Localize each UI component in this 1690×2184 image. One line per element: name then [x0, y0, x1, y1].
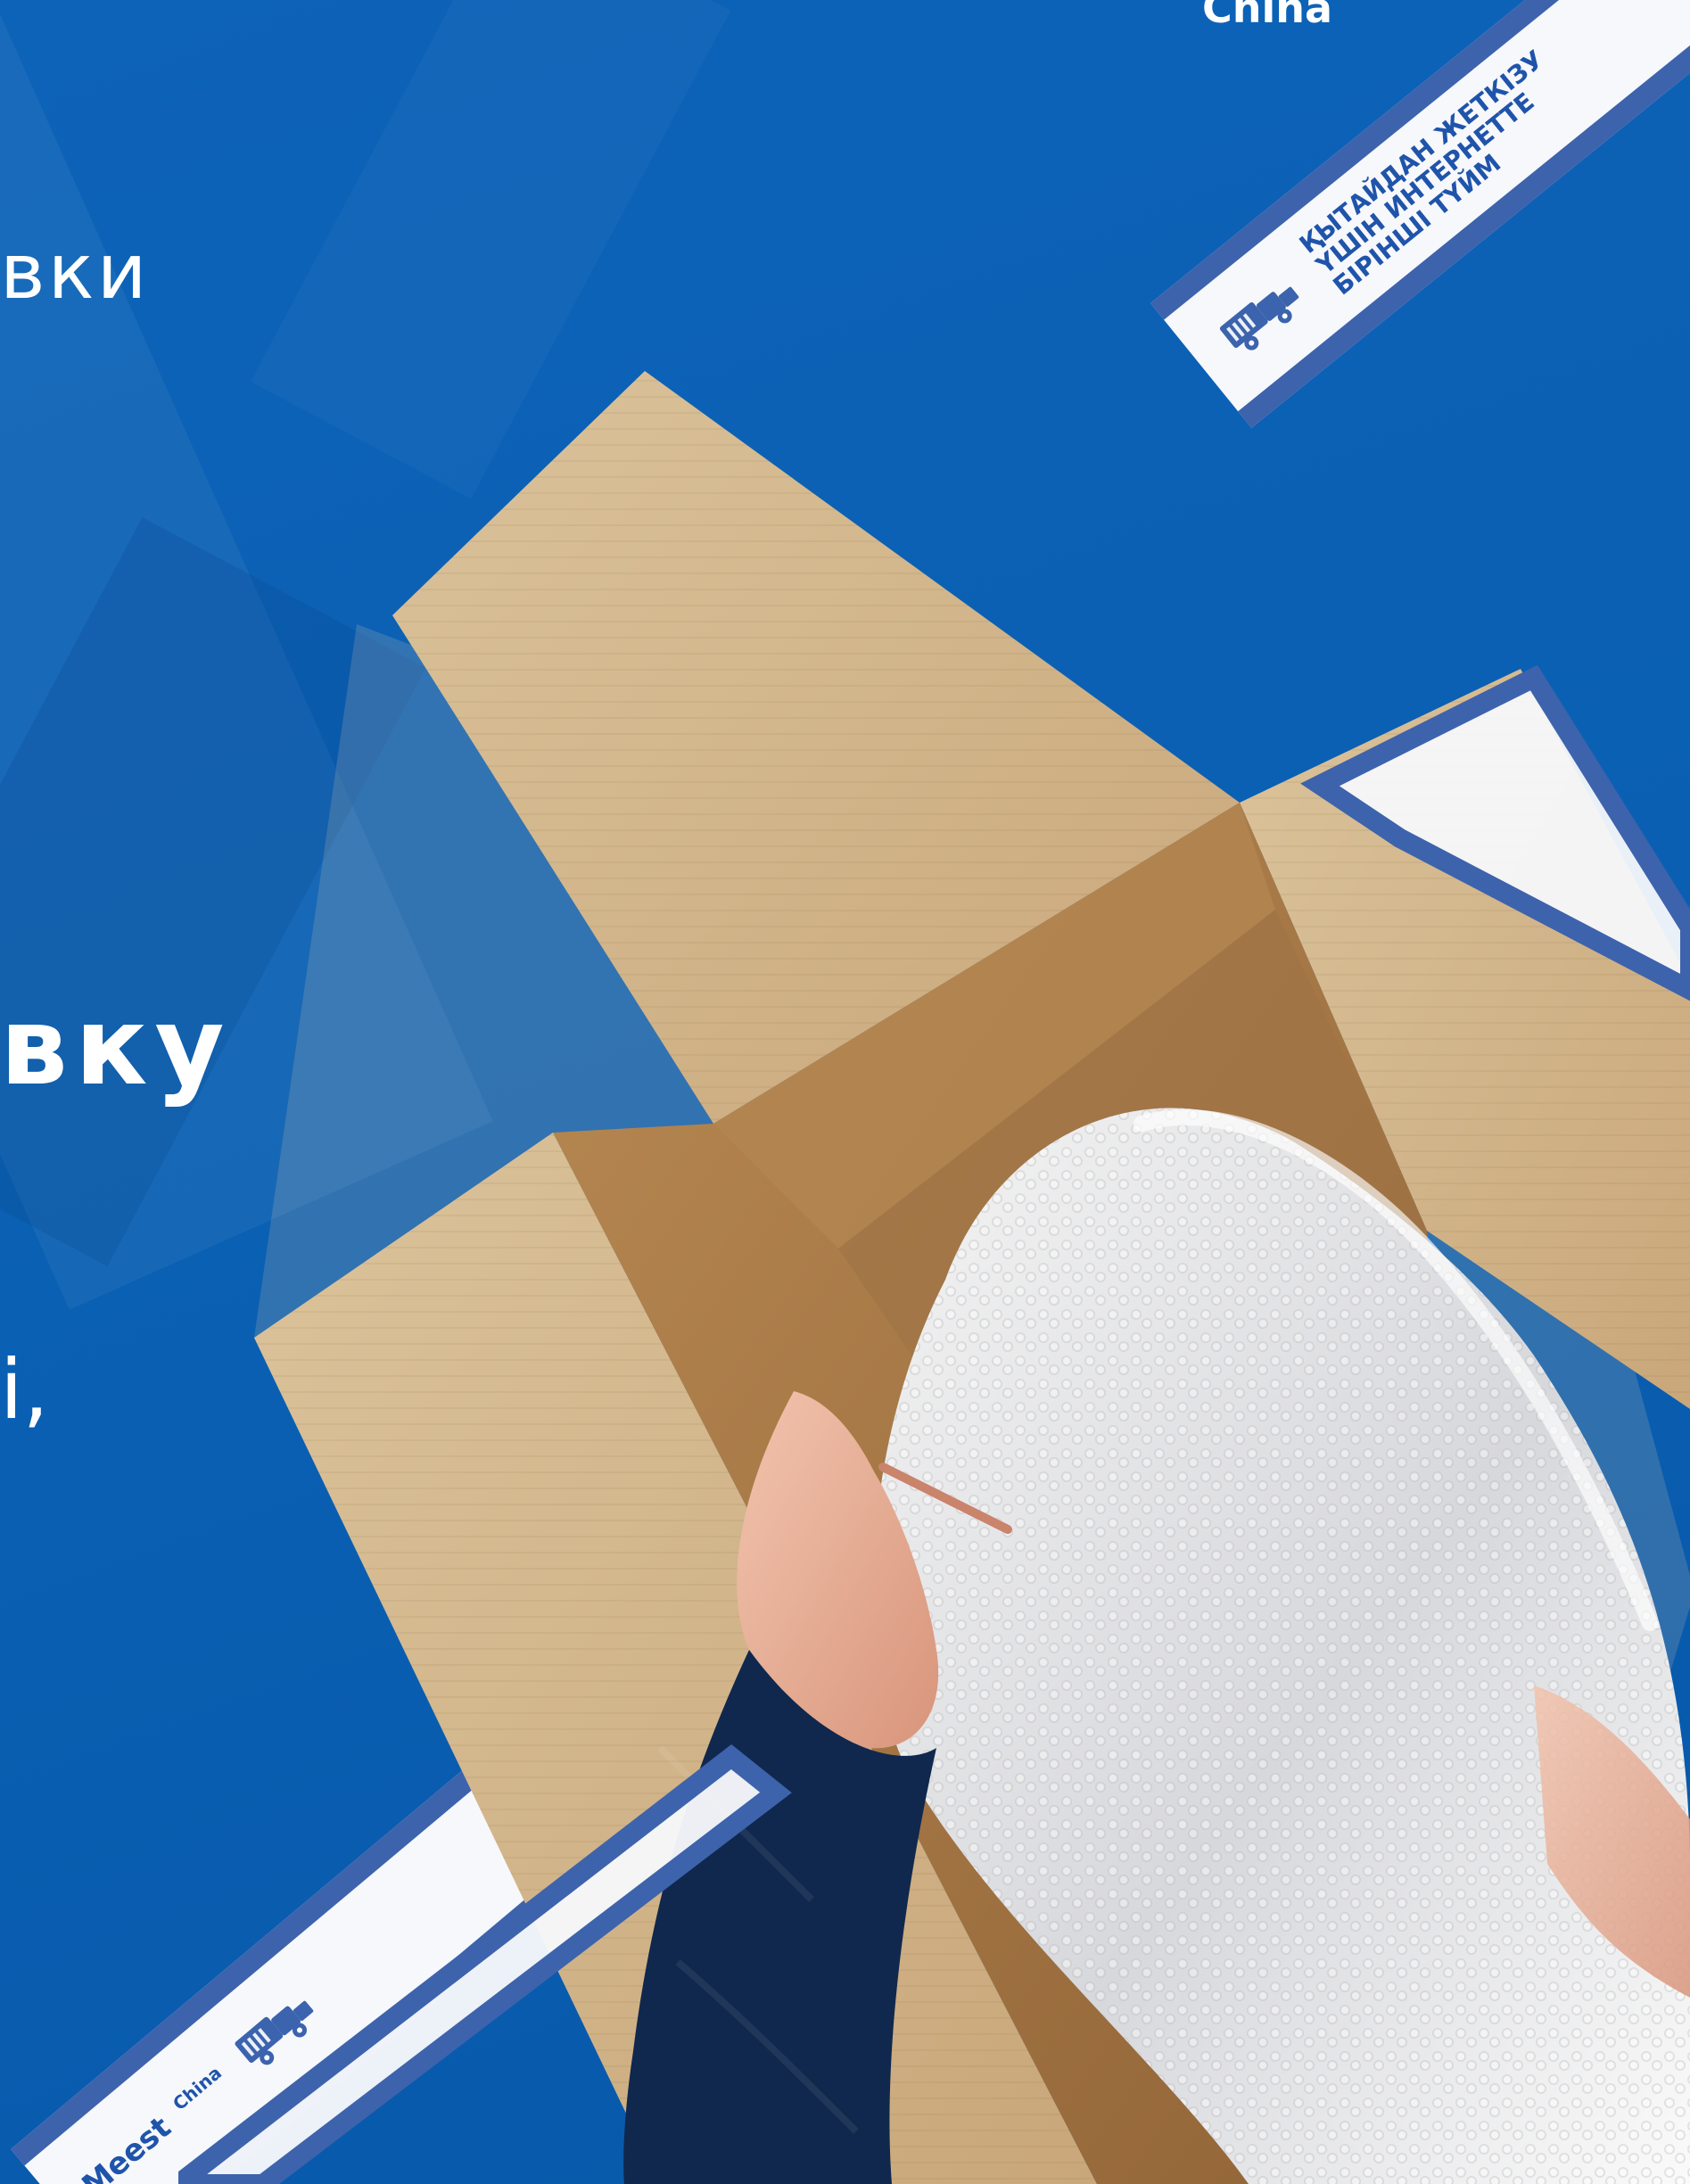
top-tape-text: ҚЫТАЙДАН ЖЕТКІЗУ ҮШІН ИНТЕРНЕТТЕ БІРІНШІ…: [1294, 45, 1583, 301]
box-photo-graphic: [178, 371, 1690, 2184]
top-brand-text: China: [1202, 0, 1333, 32]
top-tape-content: ҚЫТАЙДАН ЖЕТКІЗУ ҮШІН ИНТЕРНЕТТЕ БІРІНШІ…: [1164, 0, 1690, 411]
brand-name: Meest: [75, 2109, 178, 2184]
top-tape-line: ҮШІН ИНТЕРНЕТТЕ: [1310, 87, 1540, 281]
headline-fragment-3: і,: [0, 1342, 49, 1438]
promo-image: China вки вку і, ҚЫТАЙДАН ЖЕТКІЗУ ҮШІН И…: [0, 0, 1690, 2184]
headline-fragment-1: вки: [0, 227, 150, 317]
truck-icon: [1219, 286, 1299, 350]
box-photo: [178, 357, 1690, 2184]
